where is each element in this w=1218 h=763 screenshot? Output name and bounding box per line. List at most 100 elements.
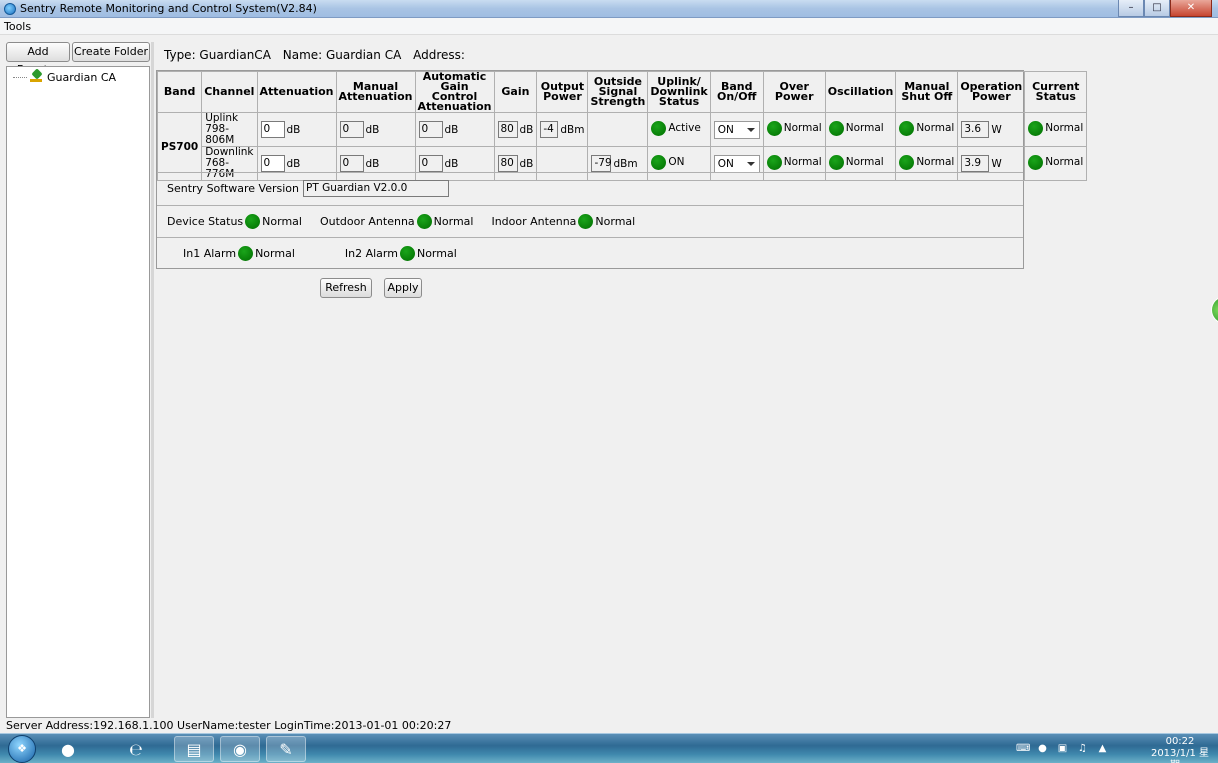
status-led-icon [828,120,844,136]
operation-power-cell: 3.6 W [957,112,1026,147]
app-icon [4,3,16,15]
unit-label: W [991,123,1002,136]
unit-label: dB [519,123,534,136]
status-led-icon [899,120,915,136]
col-outside-signal: Outside Signal Strength [587,71,649,113]
refresh-button[interactable]: Refresh [320,278,372,298]
paint-icon[interactable]: ✎ [266,736,306,762]
device-tree[interactable]: Guardian CA [6,66,150,718]
current-status-cell: Normal [1024,146,1088,181]
volume-icon[interactable]: ♫ [1076,742,1089,755]
status-led-icon [828,154,844,170]
tree-item-guardian-ca[interactable]: Guardian CA [13,70,116,84]
status-led-icon [1028,154,1044,170]
manual-attenuation-cell: 0 dB [335,112,416,147]
device-status-value: Normal [262,215,302,228]
operation-power-field: 3.6 [961,121,990,138]
gain-field: 80 [497,121,518,138]
status-led-icon [766,154,782,170]
attenuation-input[interactable]: 0 [260,121,285,138]
manual-attenuation-field: 0 [339,155,364,172]
internet-explorer-icon[interactable]: ℮ [116,736,156,762]
indoor-antenna-label: Indoor Antenna [491,215,577,228]
create-folder-button[interactable]: Create Folder [72,42,150,62]
taskbar: ❖ ● ℮ ▤ ◉ ✎ ⌨ ● ▣ ♫ ▲ 00:22 2013/1/1 星期一 [0,733,1218,763]
clock-time: 00:22 [1165,736,1195,747]
ime-icon[interactable]: ▣ [1056,742,1069,755]
in1-alarm-value: Normal [255,247,295,260]
gain-cell: 80 dB [493,112,538,147]
manual-shutoff-text: Normal [916,122,955,134]
unit-label: dB [365,157,380,170]
minimize-icon[interactable]: – [1118,0,1144,17]
col-over-power: Over Power [762,71,826,113]
update-icon[interactable]: ● [1036,742,1049,755]
status-led-icon [238,246,254,261]
agc-attenuation-field: 0 [418,121,443,138]
device-status-label: Device Status [167,215,244,228]
oscillation-text: Normal [845,122,884,134]
col-band-onoff: Band On/Off [709,71,764,113]
software-version-label: Sentry Software Version [167,182,299,195]
unit-label: dB [444,157,459,170]
unit-label: dB [519,157,534,170]
close-icon[interactable]: ✕ [1170,0,1212,17]
sentry-app-icon[interactable]: ◉ [220,736,260,762]
status-bar: Server Address:192.168.1.100 UserName:te… [0,719,1218,733]
band-table: Band Channel Attenuation Manual Attenuat… [156,71,1088,181]
status-led-icon [651,154,667,170]
band-onoff-cell: ON [709,112,764,147]
device-name: Name: Guardian CA [282,48,402,62]
network-icon[interactable]: ▲ [1096,742,1109,755]
link-status-text: Active [668,122,701,134]
alarm-section: In1 Alarm Normal In2 Alarm Normal [157,237,1023,269]
outside-signal-cell [587,112,649,147]
status-led-icon [1028,120,1044,136]
over-power-text: Normal [783,122,822,134]
software-version-section: Sentry Software Version PT Guardian V2.0… [157,172,1023,205]
agc-attenuation-field: 0 [418,155,443,172]
col-attenuation: Attenuation [256,71,337,113]
manual-shutoff-cell: Normal [895,112,959,147]
splitter[interactable] [151,42,154,718]
unit-label: dB [286,157,301,170]
add-booster-button[interactable]: Add Booster [6,42,70,76]
col-operation-power: Operation Power [957,71,1026,113]
col-current-status: Current Status [1024,71,1088,113]
channel-cell: Uplink 798-806M [201,112,258,147]
band-onoff-select[interactable]: ON [713,154,760,173]
manual-attenuation-field: 0 [339,121,364,138]
col-band: Band [156,71,203,113]
col-oscillation: Oscillation [824,71,897,113]
maximize-icon[interactable]: □ [1144,0,1170,17]
unit-label: dBm [560,123,585,136]
device-header: Type: GuardianCA Name: Guardian CA Addre… [164,48,473,62]
main-content: Type: GuardianCA Name: Guardian CA Addre… [156,42,1218,718]
device-address: Address: [413,48,465,62]
col-manual-shutoff: Manual Shut Off [895,71,959,113]
current-status-text: Normal [1045,122,1084,134]
channel-range: 798-806M [205,123,235,146]
outside-signal-field: -79 [591,155,612,172]
clock-date: 2013/1/1 星期一 [1150,748,1210,763]
folder-icon[interactable]: ▤ [174,736,214,762]
chevron-down-icon [746,161,755,166]
unit-label: dB [286,123,301,136]
band-onoff-select[interactable]: ON [713,120,760,139]
col-manual-attenuation: Manual Attenuation [335,71,416,113]
menu-tools[interactable]: Tools [4,20,31,33]
band-onoff-value: ON [717,157,734,170]
apply-button[interactable]: Apply [384,278,422,298]
system-clock[interactable]: 00:22 2013/1/1 星期一 [1150,736,1210,763]
keyboard-icon[interactable]: ⌨ [1016,742,1030,755]
attenuation-input[interactable]: 0 [260,155,285,172]
output-power-cell: -4 dBm [536,112,589,147]
output-power-field: -4 [540,121,559,138]
booster-icon [29,70,43,84]
start-orb-icon[interactable]: ❖ [8,735,36,763]
status-led-icon [399,246,415,261]
contacts-icon[interactable]: ● [48,736,88,762]
over-power-text: Normal [783,156,822,168]
col-channel: Channel [201,71,258,113]
link-status-text: ON [668,156,685,168]
